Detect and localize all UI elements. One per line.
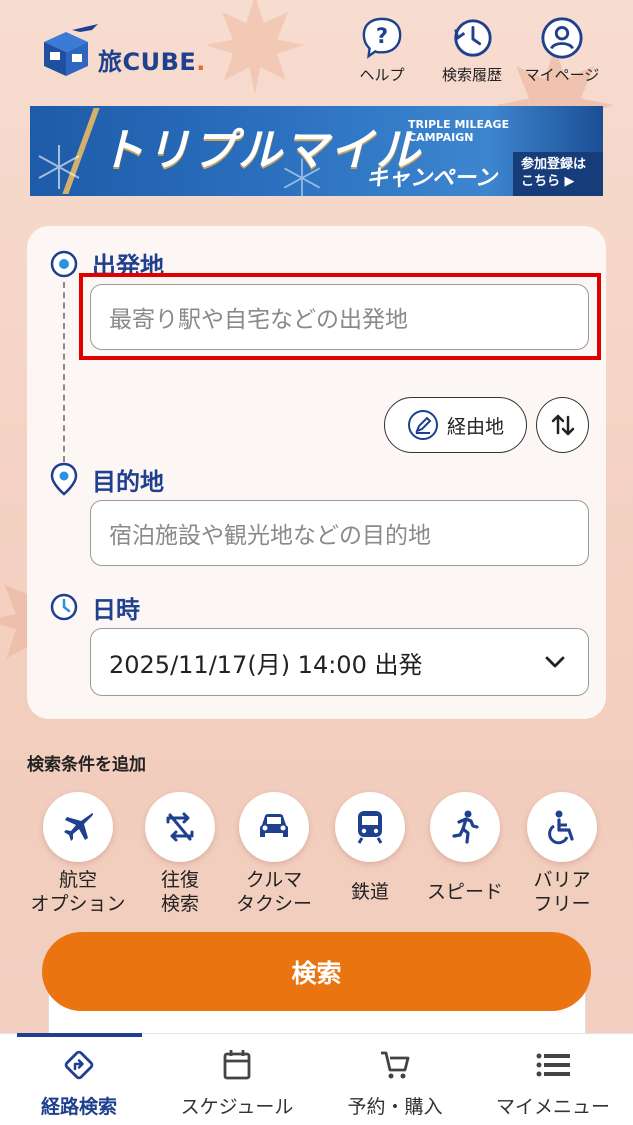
search-button[interactable]: 検索 [42,932,591,1011]
option-barrier-free[interactable]: バリア フリー [507,792,617,916]
calendar-icon [223,1050,251,1080]
active-tab-indicator [17,1033,142,1037]
car-icon [260,814,288,837]
chevron-down-icon [545,656,565,668]
option-label-line2: タクシー [235,893,312,915]
cube-logo-icon [44,24,98,76]
nav-route-search[interactable]: 経路検索 [0,1034,158,1125]
snowflake-icon [38,145,80,189]
mypage-label: マイページ [524,66,600,84]
option-label-line1: 航空 [58,869,97,891]
svg-text:?: ? [376,23,388,48]
help-button[interactable]: ? ヘルプ [342,16,422,86]
datetime-label: 日時 [92,596,140,624]
nav-label: 予約・購入 [347,1096,443,1118]
swap-button[interactable] [536,397,589,453]
clock-icon [50,593,78,621]
nav-label: スケジュール [180,1096,294,1118]
datetime-select[interactable]: 2025/11/17(月) 14:00 出発 [90,628,589,696]
banner-english-line1: TRIPLE MILEAGE [408,118,510,131]
option-label-line2: フリー [533,893,591,915]
train-icon [357,811,383,844]
banner-english: TRIPLE MILEAGE CAMPAIGN [408,118,509,144]
running-icon [452,810,479,844]
swap-arrows-icon [551,414,574,436]
origin-marker-icon [50,250,78,278]
via-point-button[interactable]: 経由地 [384,397,527,453]
help-label: ヘルプ [359,66,405,84]
route-sign-icon [64,1050,94,1080]
option-label-line1: 鉄道 [350,881,389,903]
pencil-icon [407,410,438,440]
nav-label: マイメニュー [495,1096,610,1118]
banner-campaign: キャンペーン [366,166,497,191]
option-label-line2: オプション [30,893,126,915]
option-speed[interactable]: スピード [410,792,520,904]
history-label: 検索履歴 [441,66,502,84]
wheelchair-icon [548,810,574,845]
nav-label: 経路検索 [40,1096,117,1118]
history-icon [454,19,492,57]
option-label-line1: クルマ [245,869,303,891]
user-icon [541,17,583,59]
conditions-title: 検索条件を追加 [27,755,146,775]
datetime-value: 2025/11/17(月) 14:00 出発 [109,650,423,679]
campaign-banner[interactable]: トリプルマイル TRIPLE MILEAGE CAMPAIGN キャンペーン 参… [30,106,603,196]
airplane-icon [64,813,94,841]
destination-label: 目的地 [92,468,164,496]
nav-my-menu[interactable]: マイメニュー [474,1034,632,1125]
destination-input[interactable]: 宿泊施設や観光地などの目的地 [90,500,589,566]
app-header: 旅CUBE. ? ヘルプ 検索履歴 マイページ [0,0,633,100]
via-point-label: 経由地 [446,415,504,438]
round-trip-icon [166,812,194,842]
banner-cta-line1: 参加登録は [521,157,587,172]
option-airplane[interactable]: 航空 オプション [23,792,133,916]
app-logo[interactable]: 旅CUBE. [36,22,216,82]
nav-reservation[interactable]: 予約・購入 [316,1034,474,1125]
help-icon: ? [362,17,402,59]
option-label-line1: スピード [426,881,503,903]
bottom-navigation: 経路検索 スケジュール 予約・購入 マイメニュー [0,1033,633,1125]
route-connector-line [63,282,65,462]
option-train[interactable]: 鉄道 [315,792,425,904]
banner-english-line2: CAMPAIGN [408,131,474,144]
option-car-taxi[interactable]: クルマ タクシー [219,792,329,916]
list-menu-icon [536,1053,570,1077]
logo-text: 旅CUBE [98,48,197,76]
banner-cta[interactable]: 参加登録は こちら ▶ [513,152,603,196]
nav-schedule[interactable]: スケジュール [158,1034,316,1125]
option-label-line1: バリア [533,869,591,891]
cart-icon [381,1051,410,1079]
banner-cta-line2: こちら ▶ [521,174,575,189]
mypage-button[interactable]: マイページ [522,16,602,86]
highlight-box [79,273,601,360]
destination-pin-icon [50,462,78,496]
search-history-button[interactable]: 検索履歴 [432,16,512,86]
